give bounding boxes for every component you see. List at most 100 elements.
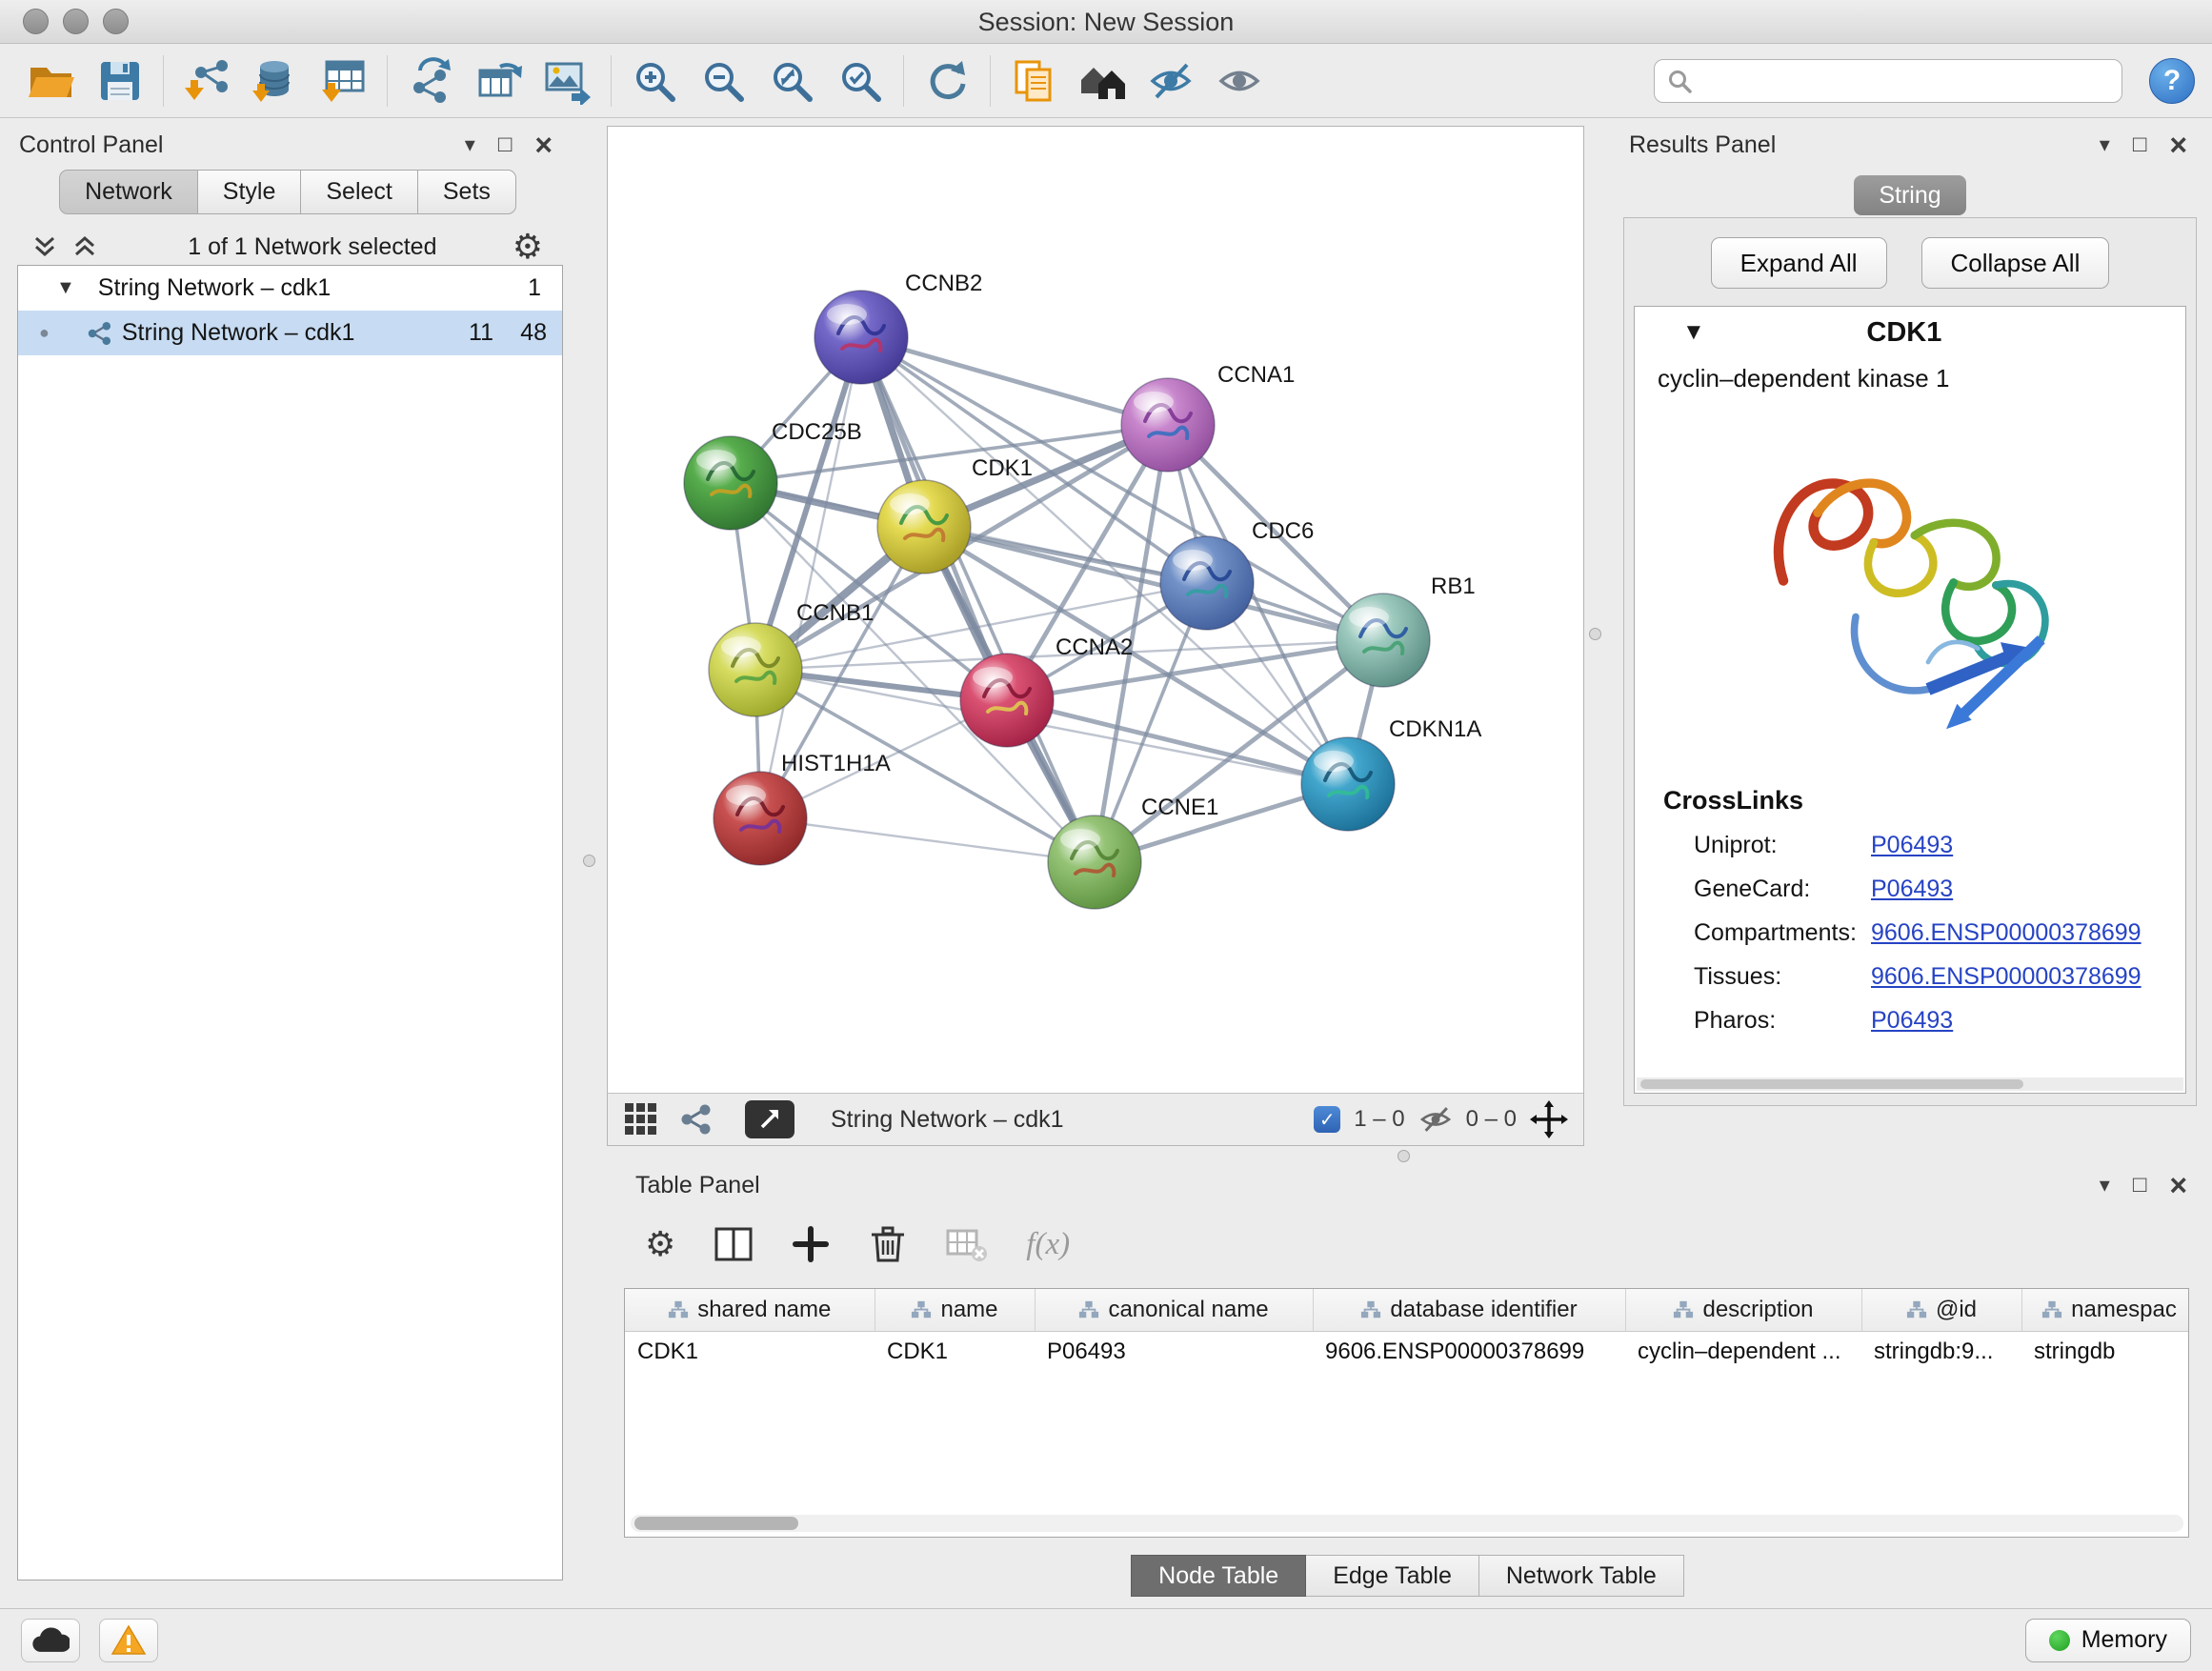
import-network-file-button[interactable]	[172, 50, 241, 111]
import-table-button[interactable]	[310, 50, 378, 111]
graph-edge[interactable]	[760, 337, 861, 818]
splitter-grip[interactable]	[1398, 1150, 1410, 1162]
collapse-all-button[interactable]: Collapse All	[1921, 237, 2110, 289]
table-cell[interactable]: P06493	[1035, 1331, 1313, 1373]
graph-node-cdc25b[interactable]: CDC25B	[684, 419, 862, 530]
table-cell[interactable]: 9606.ENSP00000378699	[1313, 1331, 1625, 1373]
zoom-selected-button[interactable]	[826, 50, 895, 111]
cloud-status-button[interactable]	[21, 1619, 80, 1662]
duplicate-window-button[interactable]	[999, 50, 1068, 111]
panel-menu-icon[interactable]: ▾	[465, 132, 475, 157]
close-panel-icon[interactable]: ×	[2169, 1174, 2187, 1197]
graph-node-hist1h1a[interactable]: HIST1H1A	[714, 751, 891, 865]
column-header-name[interactable]: name	[875, 1289, 1035, 1331]
float-panel-icon[interactable]: □	[498, 131, 513, 158]
show-details-button[interactable]	[1205, 50, 1274, 111]
selected-nodes-checkbox[interactable]: ✓	[1314, 1106, 1340, 1133]
minimize-window-button[interactable]	[63, 9, 89, 34]
graph-edge[interactable]	[760, 818, 1095, 862]
close-window-button[interactable]	[23, 9, 49, 34]
tab-sets[interactable]: Sets	[418, 170, 516, 214]
gene-card-header[interactable]: ▼ CDK1	[1635, 307, 2185, 358]
column-header-database-identifier[interactable]: database identifier	[1313, 1289, 1625, 1331]
zoom-in-button[interactable]	[620, 50, 689, 111]
hide-details-button[interactable]	[1136, 50, 1205, 111]
network-canvas[interactable]: CCNB2CCNA1CDC25BCDK1CDC6RB1CCNB1CCNA2CDK…	[608, 127, 1585, 1095]
close-panel-icon[interactable]: ×	[2169, 133, 2187, 156]
graph-node-cdk1[interactable]: CDK1	[877, 455, 1033, 574]
expand-all-button[interactable]: Expand All	[1711, 237, 1887, 289]
table-options-gear-icon[interactable]: ⚙	[645, 1227, 675, 1261]
add-column-icon[interactable]	[792, 1225, 830, 1263]
import-network-database-button[interactable]	[241, 50, 310, 111]
tab-string[interactable]: String	[1854, 175, 1966, 215]
tab-network-table[interactable]: Network Table	[1479, 1555, 1684, 1597]
warnings-button[interactable]	[99, 1619, 158, 1662]
network-collection-row[interactable]: ▼ String Network – cdk1 1	[18, 266, 562, 311]
tab-network[interactable]: Network	[59, 170, 198, 214]
pan-crosshair-icon[interactable]	[1530, 1100, 1568, 1138]
tab-select[interactable]: Select	[301, 170, 417, 214]
network-type-icon[interactable]	[678, 1102, 713, 1137]
column-header-shared-name[interactable]: shared name	[625, 1289, 875, 1331]
table-cell[interactable]: CDK1	[875, 1331, 1035, 1373]
table-horizontal-scrollbar[interactable]	[631, 1515, 2183, 1532]
delete-table-icon[interactable]	[946, 1225, 988, 1263]
new-network-button[interactable]	[396, 50, 465, 111]
tab-node-table[interactable]: Node Table	[1131, 1555, 1306, 1597]
table-cell[interactable]: stringdb	[2021, 1331, 2189, 1373]
crosslink-link[interactable]: P06493	[1871, 1007, 1953, 1035]
memory-button[interactable]: Memory	[2025, 1619, 2191, 1662]
graph-node-cdkn1a[interactable]: CDKN1A	[1301, 716, 1481, 831]
delete-column-icon[interactable]	[868, 1224, 908, 1264]
graph-node-rb1[interactable]: RB1	[1337, 574, 1476, 687]
expand-all-networks-icon[interactable]	[72, 235, 97, 258]
close-panel-icon[interactable]: ×	[534, 133, 553, 156]
float-panel-icon[interactable]: □	[2133, 1172, 2147, 1198]
panel-menu-icon[interactable]: ▾	[2100, 132, 2110, 157]
splitter-grip[interactable]	[583, 855, 595, 867]
tab-edge-table[interactable]: Edge Table	[1306, 1555, 1479, 1597]
column-header-canonical-name[interactable]: canonical name	[1035, 1289, 1313, 1331]
collapse-all-networks-icon[interactable]	[32, 235, 57, 258]
clone-network-button[interactable]	[465, 50, 533, 111]
table-cell[interactable]: stringdb:9...	[1861, 1331, 2021, 1373]
search-input[interactable]	[1654, 59, 2122, 103]
column-header-id[interactable]: @id	[1861, 1289, 2021, 1331]
crosslink-link[interactable]: 9606.ENSP00000378699	[1871, 919, 2142, 947]
column-header-description[interactable]: description	[1625, 1289, 1861, 1331]
table-cell[interactable]: CDK1	[625, 1331, 875, 1373]
options-gear-icon[interactable]: ⚙	[513, 230, 543, 264]
tab-style[interactable]: Style	[198, 170, 302, 214]
column-header-namespac[interactable]: namespac	[2021, 1289, 2189, 1331]
function-builder-icon[interactable]: f(x)	[1026, 1227, 1070, 1262]
network-row[interactable]: ● String Network – cdk1 11 48	[18, 311, 562, 355]
crosslink-link[interactable]: 9606.ENSP00000378699	[1871, 963, 2142, 991]
zoom-fit-button[interactable]	[757, 50, 826, 111]
zoom-out-button[interactable]	[689, 50, 757, 111]
select-columns-icon[interactable]	[714, 1225, 754, 1263]
graph-edge[interactable]	[861, 337, 1168, 425]
export-image-button[interactable]	[533, 50, 602, 111]
graph-node-cdc6[interactable]: CDC6	[1160, 518, 1314, 630]
gene-card-scrollbar[interactable]	[1637, 1077, 2183, 1091]
open-file-button[interactable]	[17, 50, 86, 111]
home-button[interactable]	[1068, 50, 1136, 111]
hidden-eye-slash-icon[interactable]	[1418, 1103, 1453, 1136]
crosslink-link[interactable]: P06493	[1871, 832, 1953, 859]
graph-node-ccna1[interactable]: CCNA1	[1121, 362, 1295, 472]
save-session-button[interactable]	[86, 50, 154, 111]
grid-view-icon[interactable]	[623, 1101, 659, 1137]
refresh-view-button[interactable]	[913, 50, 981, 111]
table-row[interactable]: CDK1CDK1P064939606.ENSP00000378699cyclin…	[625, 1331, 2189, 1373]
table-cell[interactable]: cyclin–dependent ...	[1625, 1331, 1861, 1373]
panel-menu-icon[interactable]: ▾	[2100, 1173, 2110, 1198]
disclosure-triangle-icon[interactable]: ▼	[56, 277, 75, 299]
splitter-grip[interactable]	[1589, 628, 1601, 640]
collapse-gene-icon[interactable]: ▼	[1682, 319, 1705, 346]
graph-edge[interactable]	[861, 337, 1095, 862]
float-panel-icon[interactable]: □	[2133, 131, 2147, 158]
zoom-window-button[interactable]	[103, 9, 129, 34]
detach-view-button[interactable]	[745, 1100, 794, 1138]
help-button[interactable]: ?	[2149, 58, 2195, 104]
